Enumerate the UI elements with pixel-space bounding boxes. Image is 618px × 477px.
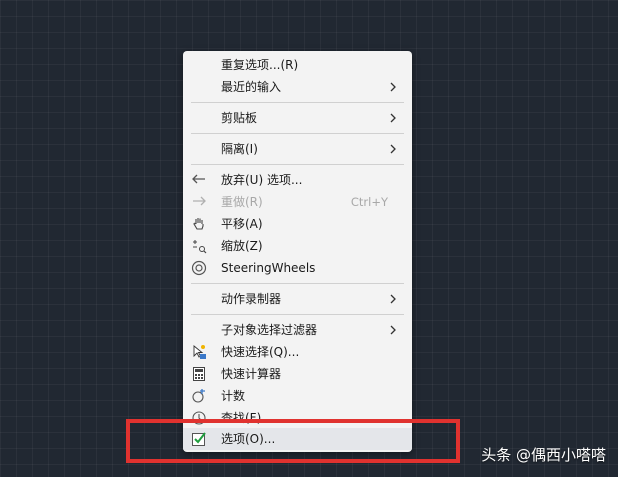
menu-item-label: 放弃(U) 选项... (221, 173, 303, 187)
highlight-annotation-box (126, 419, 460, 463)
menu-item-label: 重做(R) (221, 195, 263, 209)
menu-item-pan[interactable]: 平移(A) (183, 213, 412, 235)
menu-item-label: 重复选项...(R) (221, 58, 299, 72)
pan-hand-icon (191, 216, 207, 232)
redo-arrow-icon (191, 194, 207, 210)
menu-item-label: 平移(A) (221, 217, 263, 231)
menu-separator (191, 283, 404, 284)
menu-item-label: 快速选择(Q)... (221, 345, 300, 359)
menu-item-subobject-filter[interactable]: 子对象选择过滤器 (183, 319, 412, 341)
calculator-icon (191, 366, 207, 382)
menu-item-zoom[interactable]: 缩放(Z) (183, 235, 412, 257)
menu-item-quick-calc[interactable]: 快速计算器 (183, 363, 412, 385)
submenu-arrow-icon (390, 82, 396, 92)
menu-item-action-recorder[interactable]: 动作录制器 (183, 288, 412, 310)
submenu-arrow-icon (390, 144, 396, 154)
menu-item-repeat-options[interactable]: 重复选项...(R) (183, 54, 412, 76)
menu-item-label: SteeringWheels (221, 261, 316, 275)
quick-select-icon (191, 344, 207, 360)
count-icon (191, 388, 207, 404)
menu-item-label: 快速计算器 (221, 367, 282, 381)
menu-item-label: 计数 (221, 389, 246, 403)
submenu-arrow-icon (390, 294, 396, 304)
menu-item-shortcut: Ctrl+Y (350, 195, 388, 209)
menu-item-label: 隔离(I) (221, 142, 258, 156)
menu-separator (191, 133, 404, 134)
zoom-icon (191, 238, 207, 254)
menu-separator (191, 102, 404, 103)
context-menu: 重复选项...(R) 最近的输入 剪贴板 隔离(I) 放弃(U) 选项... 重… (183, 51, 412, 452)
menu-item-label: 缩放(Z) (221, 239, 263, 253)
menu-item-steeringwheels[interactable]: SteeringWheels (183, 257, 412, 279)
submenu-arrow-icon (390, 113, 396, 123)
menu-separator (191, 164, 404, 165)
menu-item-clipboard[interactable]: 剪贴板 (183, 107, 412, 129)
menu-item-label: 动作录制器 (221, 292, 282, 306)
menu-item-recent-input[interactable]: 最近的输入 (183, 76, 412, 98)
menu-item-redo: 重做(R) Ctrl+Y (183, 191, 412, 213)
menu-item-label: 最近的输入 (221, 80, 282, 94)
menu-item-isolate[interactable]: 隔离(I) (183, 138, 412, 160)
menu-item-undo[interactable]: 放弃(U) 选项... (183, 169, 412, 191)
steering-wheel-icon (191, 260, 207, 276)
menu-separator (191, 314, 404, 315)
menu-item-label: 子对象选择过滤器 (221, 323, 318, 337)
menu-item-count[interactable]: 计数 (183, 385, 412, 407)
submenu-arrow-icon (390, 325, 396, 335)
menu-item-label: 剪贴板 (221, 111, 258, 125)
undo-arrow-icon (191, 172, 207, 188)
menu-item-quick-select[interactable]: 快速选择(Q)... (183, 341, 412, 363)
watermark-text: 头条 @偶西小嗒嗒 (481, 446, 606, 464)
